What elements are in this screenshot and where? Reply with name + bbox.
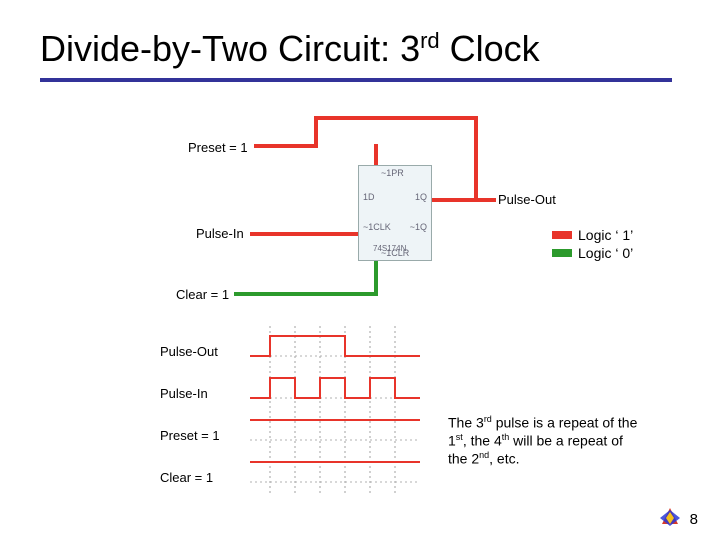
legend-row-logic0: Logic ‘ 0’ (552, 244, 633, 262)
ff-pin-d: 1D (363, 192, 375, 202)
timing-diagram: Pulse-Out Pulse-In Preset = 1 Clear = 1 (160, 326, 420, 506)
legend-label-logic0: Logic ‘ 0’ (578, 245, 633, 261)
wire-feedback-top (314, 116, 474, 120)
wire-clear-v (374, 260, 378, 296)
ff-pin-clk: ~1CLK (363, 222, 391, 232)
wire-preset-drop (374, 144, 378, 166)
slide-title: Divide-by-Two Circuit: 3rd Clock (40, 28, 540, 70)
title-suffix: Clock (440, 28, 540, 69)
timing-waveforms (250, 326, 420, 506)
timing-label-clear: Clear = 1 (160, 470, 240, 485)
legend-row-logic1: Logic ‘ 1’ (552, 226, 633, 244)
slide: Divide-by-Two Circuit: 3rd Clock Preset … (0, 0, 720, 540)
page-number: 8 (690, 511, 698, 528)
ff-part-number: 74S174N (373, 244, 406, 253)
title-super: rd (420, 28, 440, 53)
pulse-out-label: Pulse-Out (498, 192, 556, 207)
pulse-in-label: Pulse-In (196, 226, 244, 241)
legend: Logic ‘ 1’ Logic ‘ 0’ (552, 226, 633, 262)
title-underline (40, 78, 672, 82)
timing-label-preset: Preset = 1 (160, 428, 240, 443)
wire-pulse-out (424, 198, 496, 202)
ff-pin-q: 1Q (415, 192, 427, 202)
explanation-text: The 3rd pulse is a repeat of the 1st, th… (448, 414, 638, 468)
preset-label: Preset = 1 (188, 140, 248, 155)
clear-label: Clear = 1 (176, 287, 229, 302)
ff-pin-pr: ~1PR (381, 168, 404, 178)
legend-label-logic1: Logic ‘ 1’ (578, 227, 633, 243)
corner-glyph-icon (658, 506, 682, 526)
legend-swatch-logic0 (552, 249, 572, 257)
wire-preset (254, 144, 318, 148)
flip-flop: ~1PR 1D 1Q ~1CLK ~1Q ~1CLR 74S174N (358, 165, 432, 261)
wire-feedback-right (474, 116, 478, 202)
ff-pin-qn: ~1Q (410, 222, 427, 232)
timing-label-pulse-out: Pulse-Out (160, 344, 240, 359)
wire-pulse-in (250, 232, 360, 236)
timing-label-pulse-in: Pulse-In (160, 386, 240, 401)
legend-swatch-logic1 (552, 231, 572, 239)
wire-clear-h (234, 292, 376, 296)
title-prefix: Divide-by-Two Circuit: 3 (40, 28, 420, 69)
